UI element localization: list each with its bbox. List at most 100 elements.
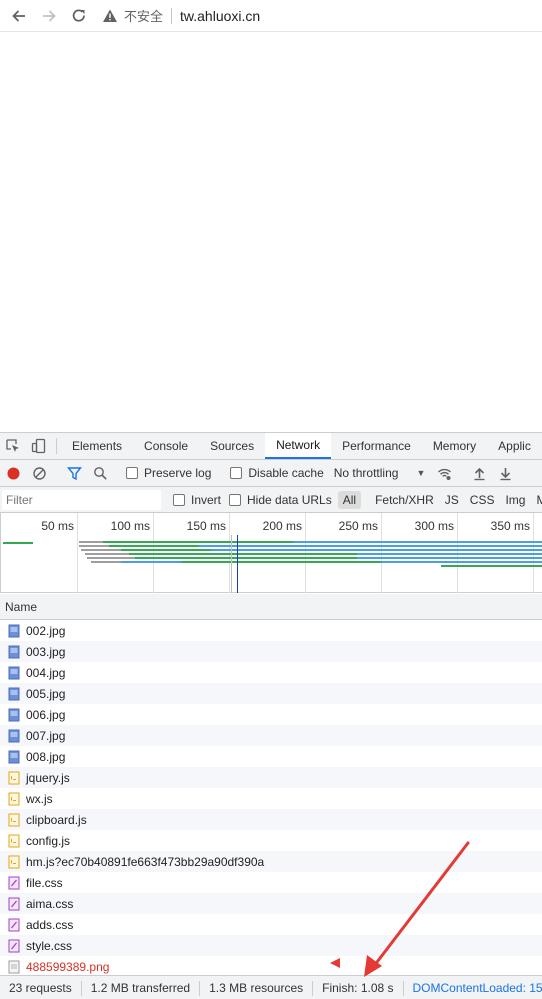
disable-cache-label: Disable cache (248, 466, 324, 480)
tab-elements[interactable]: Elements (61, 433, 133, 459)
wifi-settings-icon (437, 468, 451, 480)
tab-sources[interactable]: Sources (199, 433, 265, 459)
filter-icon (66, 466, 82, 480)
back-arrow-icon (12, 9, 25, 22)
request-row[interactable]: 005.jpg (0, 683, 542, 704)
type-filter-media[interactable]: Med (531, 491, 542, 509)
type-filter-all[interactable]: All (337, 490, 362, 509)
forward-arrow-icon (43, 9, 56, 22)
request-name: 008.jpg (26, 749, 66, 764)
devtools-panel: Elements Console Sources Network Perform… (0, 432, 542, 999)
request-row[interactable]: 006.jpg (0, 704, 542, 725)
invert-checkbox[interactable]: Invert (173, 493, 221, 507)
overview-tick: 50 ms (41, 519, 74, 533)
address-bar[interactable]: 不安全 tw.ahluoxi.cn (102, 4, 260, 28)
throttling-value: No throttling (333, 466, 399, 480)
filter-input[interactable] (2, 489, 161, 510)
upload-icon (474, 467, 485, 480)
cursor-select-icon (6, 439, 19, 452)
tab-memory[interactable]: Memory (422, 433, 487, 459)
request-row[interactable]: 004.jpg (0, 662, 542, 683)
name-column-header[interactable]: Name (0, 594, 542, 620)
checkbox-box[interactable] (230, 467, 243, 479)
image-file-icon (8, 750, 20, 764)
checkbox-box[interactable] (173, 493, 185, 506)
request-row[interactable]: config.js (0, 830, 542, 851)
request-name: 005.jpg (26, 686, 66, 701)
network-overview-timeline[interactable]: 50 ms 100 ms 150 ms 200 ms 250 ms 300 ms… (0, 513, 542, 593)
request-name: 004.jpg (26, 665, 66, 680)
overview-tick: 150 ms (187, 519, 226, 533)
request-row[interactable]: style.css (0, 935, 542, 956)
request-name: 007.jpg (26, 728, 66, 743)
device-icon (31, 438, 46, 454)
device-toolbar-button[interactable] (26, 433, 52, 459)
request-row[interactable]: aima.css (0, 893, 542, 914)
export-har-button[interactable] (492, 460, 518, 487)
request-row[interactable]: jquery.js (0, 767, 542, 788)
url-text[interactable]: tw.ahluoxi.cn (180, 8, 260, 24)
overview-tick: 300 ms (415, 519, 454, 533)
devtools-tab-bar: Elements Console Sources Network Perform… (0, 433, 542, 460)
request-row[interactable]: 008.jpg (0, 746, 542, 767)
request-row[interactable]: adds.css (0, 914, 542, 935)
browser-toolbar: 不安全 tw.ahluoxi.cn (0, 0, 542, 32)
filter-toggle-button[interactable] (61, 460, 87, 487)
back-button[interactable] (8, 5, 30, 27)
address-divider (171, 7, 173, 24)
disable-cache-checkbox[interactable]: Disable cache (230, 466, 324, 480)
image-file-icon (8, 687, 20, 701)
preserve-log-checkbox[interactable]: Preserve log (126, 466, 211, 480)
script-file-icon (8, 834, 20, 848)
hide-data-urls-checkbox[interactable]: Hide data URLs (229, 493, 332, 507)
type-filter-fetch-xhr[interactable]: Fetch/XHR (370, 491, 439, 509)
clear-button[interactable] (26, 460, 52, 487)
type-filter-js[interactable]: JS (440, 491, 464, 509)
request-row[interactable]: wx.js (0, 788, 542, 809)
checkbox-box[interactable] (126, 467, 138, 479)
search-button[interactable] (87, 460, 113, 487)
checkbox-box[interactable] (229, 493, 242, 506)
type-filter-img[interactable]: Img (500, 491, 530, 509)
request-row-error[interactable]: 488599389.png (0, 956, 542, 977)
tab-application[interactable]: Applic (487, 433, 542, 459)
image-file-icon (8, 729, 20, 743)
hide-data-urls-label: Hide data URLs (247, 492, 332, 507)
request-row[interactable]: 003.jpg (0, 641, 542, 662)
tab-network[interactable]: Network (265, 433, 332, 459)
request-name: style.css (26, 938, 73, 953)
request-row[interactable]: hm.js?ec70b40891fe663f473bb29a90df390a (0, 851, 542, 872)
type-filter-css[interactable]: CSS (465, 491, 500, 509)
network-toolbar: Preserve log Disable cache No throttling… (0, 460, 542, 487)
request-row[interactable]: 007.jpg (0, 725, 542, 746)
overview-tick: 350 ms (491, 519, 530, 533)
inspect-element-button[interactable] (0, 433, 26, 459)
reload-button[interactable] (68, 5, 90, 27)
forward-button[interactable] (38, 5, 60, 27)
request-name: 002.jpg (26, 623, 66, 638)
finish-time: Finish: 1.08 s (313, 980, 404, 996)
record-button[interactable] (0, 460, 26, 487)
network-summary-bar: 23 requests 1.2 MB transferred 1.3 MB re… (0, 975, 542, 999)
throttling-select[interactable]: No throttling ▼ (334, 466, 426, 480)
tab-console[interactable]: Console (133, 433, 199, 459)
stylesheet-file-icon (8, 939, 20, 953)
security-label[interactable]: 不安全 (124, 6, 163, 25)
request-name: 488599389.png (26, 959, 110, 974)
request-name: 006.jpg (26, 707, 66, 722)
chevron-down-icon: ▼ (416, 468, 426, 478)
request-name: wx.js (26, 791, 53, 806)
resources-size: 1.3 MB resources (200, 980, 314, 996)
transferred-size: 1.2 MB transferred (82, 980, 201, 996)
tab-performance[interactable]: Performance (331, 433, 422, 459)
network-conditions-button[interactable] (431, 460, 457, 487)
stylesheet-file-icon (8, 876, 20, 890)
script-file-icon (8, 855, 20, 869)
request-name: hm.js?ec70b40891fe663f473bb29a90df390a (26, 854, 265, 869)
request-row[interactable]: clipboard.js (0, 809, 542, 830)
request-name: adds.css (26, 917, 74, 932)
request-row[interactable]: file.css (0, 872, 542, 893)
import-har-button[interactable] (466, 460, 492, 487)
request-row[interactable]: 002.jpg (0, 620, 542, 641)
clear-icon (32, 466, 46, 480)
